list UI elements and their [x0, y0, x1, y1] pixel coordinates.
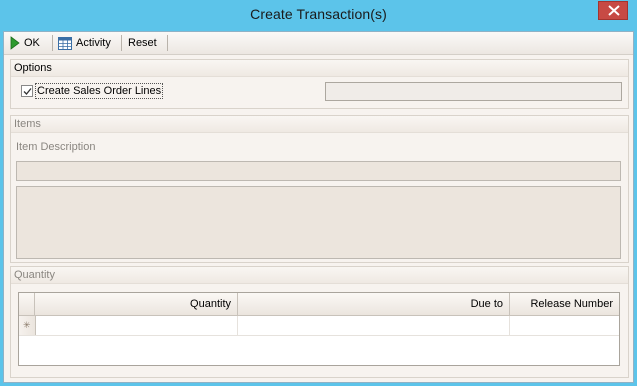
table-icon — [58, 36, 72, 50]
item-description-label: Item Description — [16, 141, 96, 153]
create-sales-order-lines-label[interactable]: Create Sales Order Lines — [35, 83, 164, 99]
window-title: Create Transaction(s) — [250, 6, 387, 22]
reset-label: Reset — [128, 37, 157, 49]
items-group: Items Item Description — [10, 115, 629, 263]
reset-button[interactable]: Reset — [128, 34, 157, 52]
toolbar: OK Activity Reset — [4, 32, 633, 55]
dialog-body: OK Activity Reset Options Create Sales O… — [3, 31, 634, 383]
create-sales-order-lines-checkbox[interactable] — [21, 85, 33, 97]
activity-button[interactable]: Activity — [58, 34, 111, 52]
column-header-quantity[interactable]: Quantity — [35, 293, 238, 315]
activity-label: Activity — [76, 37, 111, 49]
quantity-cell[interactable] — [35, 316, 238, 335]
ok-label: OK — [24, 37, 40, 49]
options-right-field[interactable] — [325, 82, 622, 101]
column-header-release-number[interactable]: Release Number — [510, 293, 619, 315]
toolbar-separator — [121, 35, 122, 51]
item-notes-textarea — [16, 186, 621, 259]
grid-header-row: Quantity Due to Release Number — [19, 293, 619, 316]
close-icon — [608, 5, 620, 16]
quantity-grid[interactable]: ✳ Quantity Due to Release Number — [18, 292, 620, 366]
ok-button[interactable]: OK — [10, 34, 40, 52]
title-bar[interactable]: Create Transaction(s) — [0, 0, 637, 31]
column-header-due-to[interactable]: Due to — [238, 293, 510, 315]
release-number-cell[interactable] — [510, 316, 619, 335]
quantity-header: Quantity — [11, 267, 628, 284]
checkmark-icon — [23, 88, 32, 95]
close-button[interactable] — [598, 1, 628, 20]
due-to-cell[interactable] — [238, 316, 510, 335]
toolbar-separator — [167, 35, 168, 51]
grid-corner — [19, 293, 35, 315]
item-description-field — [16, 161, 621, 181]
play-icon — [10, 36, 20, 50]
options-group: Options Create Sales Order Lines — [10, 59, 629, 109]
options-header: Options — [11, 60, 628, 77]
items-header: Items — [11, 116, 628, 133]
quantity-group: Quantity ✳ Quantity Due to Release Numbe… — [10, 266, 629, 378]
toolbar-separator — [52, 35, 53, 51]
new-table-row[interactable] — [19, 316, 619, 336]
